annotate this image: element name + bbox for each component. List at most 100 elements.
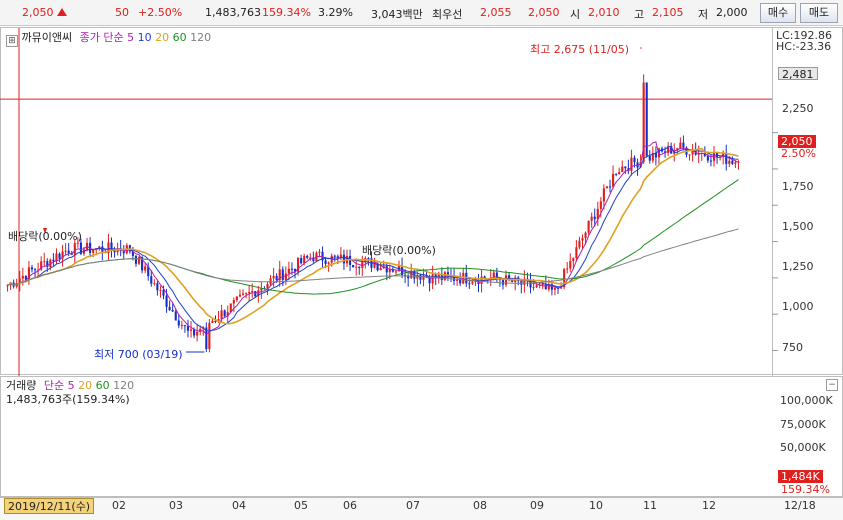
candle-body <box>186 325 190 331</box>
candle-body <box>566 268 569 270</box>
candle-body <box>327 262 330 264</box>
candle-body <box>251 291 254 293</box>
candle-body <box>43 261 46 263</box>
candle-body <box>171 310 174 312</box>
candle-body <box>220 310 223 320</box>
candle-body <box>73 243 76 255</box>
candle-body <box>223 310 226 317</box>
candle-body <box>174 311 177 321</box>
candle-body <box>342 254 346 264</box>
candle-body <box>590 216 593 221</box>
y-tick-750: 750 <box>782 341 803 354</box>
candle-body <box>581 238 584 241</box>
candle-body <box>575 247 578 259</box>
candle-body <box>373 263 376 268</box>
candle-body <box>189 329 193 331</box>
candle-body <box>633 157 636 163</box>
candle-body <box>621 166 624 172</box>
candle-body <box>287 268 290 274</box>
candle-body <box>734 162 737 164</box>
candle-body <box>30 267 34 270</box>
candle-body <box>196 331 199 336</box>
candle-body <box>211 320 214 323</box>
candle-body <box>306 255 309 258</box>
ma-label: 종가 단순 <box>79 31 124 44</box>
x-right-date: 12/18 <box>784 499 816 512</box>
candle-body <box>165 295 168 307</box>
candle-body <box>58 253 61 259</box>
ma-line-20 <box>7 147 739 325</box>
candle-body <box>541 283 544 285</box>
candle-body <box>648 156 651 161</box>
candle-body <box>587 220 590 233</box>
candle-body <box>336 256 339 258</box>
candle-body <box>134 255 138 264</box>
candle-body <box>272 275 275 279</box>
candle-body <box>180 325 183 327</box>
candle-body <box>688 154 691 156</box>
candle-body <box>535 285 538 288</box>
candle-body <box>284 273 287 280</box>
x-tick-04: 04 <box>232 499 246 512</box>
candle-body <box>615 173 618 175</box>
candle-body <box>281 269 284 280</box>
candle-body <box>159 289 162 291</box>
candle-body <box>64 250 67 252</box>
reference-price-tag: 2,481 <box>778 67 818 81</box>
candle-body <box>162 289 165 296</box>
candle-body <box>459 279 462 284</box>
y-tick-1750: 1,750 <box>782 180 814 193</box>
candle-body <box>569 260 572 269</box>
hc-readout: HC:-23.36 <box>776 40 832 53</box>
candle-body <box>235 296 238 301</box>
candle-body <box>645 82 648 157</box>
x-tick-08: 08 <box>473 499 487 512</box>
settings-icon[interactable]: ⊞ <box>6 35 18 47</box>
candle-body <box>584 232 587 239</box>
candle-body <box>300 258 303 264</box>
candle-body <box>691 150 694 155</box>
current-pct-tag: 2.50% <box>781 147 816 160</box>
candle-body <box>290 268 294 270</box>
candle-body <box>324 260 327 264</box>
candle-body <box>168 306 171 311</box>
candle-body <box>339 254 342 258</box>
candle-body <box>52 259 55 262</box>
candle-body <box>709 160 713 162</box>
candle-body <box>471 281 474 284</box>
candle-body <box>706 155 709 161</box>
ex-dividend-label-2: 배당락(0.00%) <box>362 244 436 257</box>
candle-body <box>361 261 364 268</box>
ma-10: 10 <box>137 31 152 44</box>
candle-body <box>379 268 382 271</box>
candle-body <box>431 274 434 284</box>
candle-body <box>153 283 156 285</box>
vol-tick-100000: 100,000K <box>780 394 833 407</box>
candle-body <box>208 322 211 350</box>
candle-body <box>682 142 685 148</box>
candle-body <box>731 160 734 164</box>
x-tick-05: 05 <box>294 499 308 512</box>
ma-120: 120 <box>190 31 212 44</box>
vol-tick-50000: 50,000K <box>780 441 826 454</box>
candle-body <box>144 266 147 271</box>
low-marker-label: 최저 700 (03/19) <box>94 348 183 361</box>
y-tick-1500: 1,500 <box>782 220 814 233</box>
ma-60: 60 <box>172 31 187 44</box>
vol-tick-75000: 75,000K <box>780 418 826 431</box>
candle-body <box>352 264 355 268</box>
candle-body <box>333 255 336 257</box>
candle-body <box>572 258 575 261</box>
candle-body <box>21 275 24 279</box>
collapse-icon[interactable]: − <box>826 379 838 391</box>
candle-body <box>245 292 248 294</box>
candle-body <box>612 173 615 187</box>
ma-20: 20 <box>155 31 170 44</box>
x-tick-07: 07 <box>406 499 420 512</box>
candle-body <box>193 329 196 336</box>
price-legend: ⊞ 까뮤이앤씨 종가 단순 5 10 20 60 120 <box>6 29 212 47</box>
candle-body <box>553 287 557 290</box>
candle-body <box>599 201 602 209</box>
candle-body <box>608 186 612 188</box>
x-tick-02: 02 <box>112 499 126 512</box>
